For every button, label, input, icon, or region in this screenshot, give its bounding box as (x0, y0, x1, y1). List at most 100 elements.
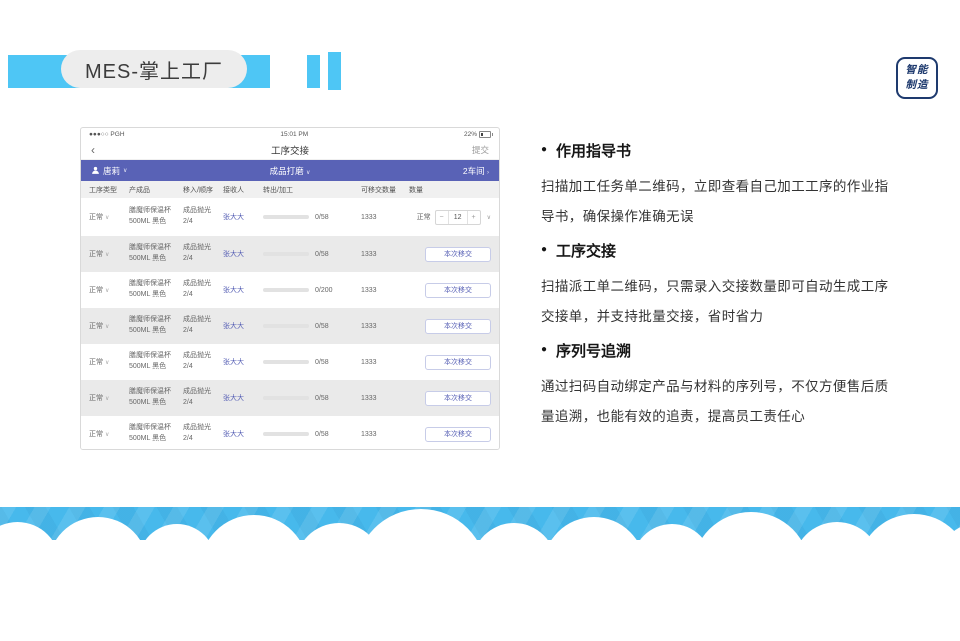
row-type: 正常 (89, 214, 103, 221)
progress-cell: 0/58 (263, 359, 361, 366)
product-cell: 膳魔师保温杯 500ML 黑色 (129, 279, 183, 301)
type-dropdown[interactable]: 正常 ∨ (89, 393, 129, 403)
submit-button[interactable]: 提交 (472, 144, 489, 156)
row-transferable: 1333 (361, 322, 377, 330)
transfer-button[interactable]: 本次移交 (425, 246, 491, 262)
row-order: 2/4 (183, 218, 193, 225)
table-row: 正常 ∨ 膳魔师保温杯 500ML 黑色 成品抛光 2/4 张大大 0/200 … (81, 272, 499, 308)
row-type: 正常 (89, 395, 103, 402)
row-product-spec: 500ML 黑色 (129, 218, 167, 225)
type-dropdown[interactable]: 正常 ∨ (89, 321, 129, 331)
ribbon-deco-bar (328, 52, 341, 90)
chevron-down-icon: ∨ (105, 431, 110, 438)
chevron-down-icon: ∨ (105, 251, 110, 258)
table-row: 正常 ∨ 膳魔师保温杯 500ML 黑色 成品抛光 2/4 张大大 0/58 1… (81, 380, 499, 416)
progress-label: 0/58 (315, 358, 329, 366)
row-transferable: 1333 (361, 394, 377, 402)
table-header-row: 工序类型 产成品 移入/顺序 接收人 转出/加工 可移交数量 数量 (81, 181, 499, 198)
chevron-down-icon: ∨ (305, 169, 311, 176)
chevron-down-icon: ∨ (105, 214, 110, 221)
movein-cell: 成品抛光 2/4 (183, 243, 223, 265)
feature-body: 扫描加工任务单二维码，立即查看自己加工工序的作业指导书，确保操作准确无误 (541, 179, 889, 224)
workshop-selector[interactable]: 2车间 › (463, 165, 489, 177)
movein-cell: 成品抛光 2/4 (183, 351, 223, 373)
row-order: 2/4 (183, 399, 193, 406)
movein-cell: 成品抛光 2/4 (183, 315, 223, 337)
bullet-icon: ● (541, 244, 548, 255)
feature-title: ● 工序交接 (541, 240, 936, 260)
progress-bar (263, 432, 309, 436)
transfer-button[interactable]: 本次移交 (425, 426, 491, 442)
row-step: 成品抛光 (183, 207, 211, 215)
row-product-spec: 500ML 黑色 (129, 399, 167, 406)
feature-title: ● 序列号追溯 (541, 340, 936, 360)
progress-label: 0/58 (315, 322, 329, 330)
table-row: 正常 ∨ 膳魔师保温杯 500ML 黑色 成品抛光 2/4 张大大 0/58 1… (81, 236, 499, 272)
type-dropdown[interactable]: 正常 ∨ (89, 212, 129, 222)
feature-title-text: 序列号追溯 (556, 342, 632, 360)
receiver-link[interactable]: 张大大 (223, 359, 244, 366)
stepper-plus-button[interactable]: + (468, 211, 480, 224)
col-header-type: 工序类型 (89, 186, 117, 194)
row-order: 2/4 (183, 435, 193, 442)
stepper-minus-button[interactable]: − (436, 211, 448, 224)
table-row: 正常 ∨ 膳魔师保温杯 500ML 黑色 成品抛光 2/4 张大大 0/58 1… (81, 344, 499, 380)
row-order: 2/4 (183, 363, 193, 370)
col-header-receiver: 接收人 (223, 186, 244, 194)
type-dropdown[interactable]: 正常 ∨ (89, 285, 129, 295)
row-product-name: 膳魔师保温杯 (129, 316, 171, 324)
process-name: 成品打磨 (269, 165, 304, 176)
movein-cell: 成品抛光 2/4 (183, 279, 223, 301)
chevron-down-icon: ∨ (486, 214, 491, 221)
type-dropdown[interactable]: 正常 ∨ (89, 249, 129, 259)
page-title: 工序交接 (270, 146, 309, 157)
stamp-line: 制造 (905, 79, 929, 91)
stepper-value[interactable]: 12 (447, 210, 468, 224)
movein-cell: 成品抛光 2/4 (183, 423, 223, 445)
row-step: 成品抛光 (183, 244, 211, 252)
type-dropdown[interactable]: 正常 ∨ (89, 357, 129, 367)
movein-cell: 成品抛光 2/4 (183, 387, 223, 409)
status-time: 15:01 PM (280, 131, 309, 138)
ribbon-deco-bar (307, 55, 320, 88)
row-transferable: 1333 (361, 286, 377, 294)
transfer-button[interactable]: 本次移交 (425, 282, 491, 298)
bullet-icon: ● (541, 144, 548, 155)
receiver-link[interactable]: 张大大 (223, 431, 244, 438)
product-cell: 膳魔师保温杯 500ML 黑色 (129, 423, 183, 445)
row-transferable: 1333 (361, 358, 377, 366)
process-selector[interactable]: 成品打磨 ∨ (81, 165, 499, 177)
feature-section: ● 工序交接 扫描派工单二维码，只需录入交接数量即可自动生成工序交接单，并支持批… (541, 240, 936, 332)
transfer-button[interactable]: 本次移交 (425, 390, 491, 406)
row-order: 2/4 (183, 255, 193, 262)
feature-body: 通过扫码自动绑定产品与材料的序列号，不仅方便售后质量追溯，也能有效的追责，提高员… (541, 379, 889, 424)
type-dropdown[interactable]: 正常 ∨ (89, 429, 129, 439)
row-product-spec: 500ML 黑色 (129, 363, 167, 370)
feature-section: ● 作用指导书 扫描加工任务单二维码，立即查看自己加工工序的作业指导书，确保操作… (541, 140, 936, 232)
chevron-down-icon: ∨ (105, 395, 110, 402)
chevron-down-icon: ∨ (105, 287, 110, 294)
table-row: 正常 ∨ 膳魔师保温杯 500ML 黑色 成品抛光 2/4 张大大 0/58 1… (81, 416, 499, 449)
col-header-progress: 转出/加工 (263, 186, 293, 194)
row-step: 成品抛光 (183, 316, 211, 324)
progress-cell: 0/58 (263, 323, 361, 330)
progress-label: 0/58 (315, 213, 329, 221)
row-type: 正常 (89, 251, 103, 258)
row-product-spec: 500ML 黑色 (129, 255, 167, 262)
receiver-link[interactable]: 张大大 (223, 214, 244, 221)
row-step: 成品抛光 (183, 424, 211, 432)
col-header-qty: 数量 (409, 186, 423, 194)
row-type: 正常 (89, 287, 103, 294)
row-step: 成品抛光 (183, 280, 211, 288)
col-header-product: 产成品 (129, 186, 150, 194)
receiver-link[interactable]: 张大大 (223, 395, 244, 402)
row-step: 成品抛光 (183, 352, 211, 360)
table-row: 正常 ∨ 膳魔师保温杯 500ML 黑色 成品抛光 2/4 张大大 0/58 1… (81, 198, 499, 236)
movein-cell: 成品抛光 2/4 (183, 206, 223, 228)
receiver-link[interactable]: 张大大 (223, 323, 244, 330)
receiver-link[interactable]: 张大大 (223, 287, 244, 294)
transfer-button[interactable]: 本次移交 (425, 354, 491, 370)
workshop-name: 2车间 (462, 165, 485, 176)
transfer-button[interactable]: 本次移交 (425, 318, 491, 334)
receiver-link[interactable]: 张大大 (223, 251, 244, 258)
